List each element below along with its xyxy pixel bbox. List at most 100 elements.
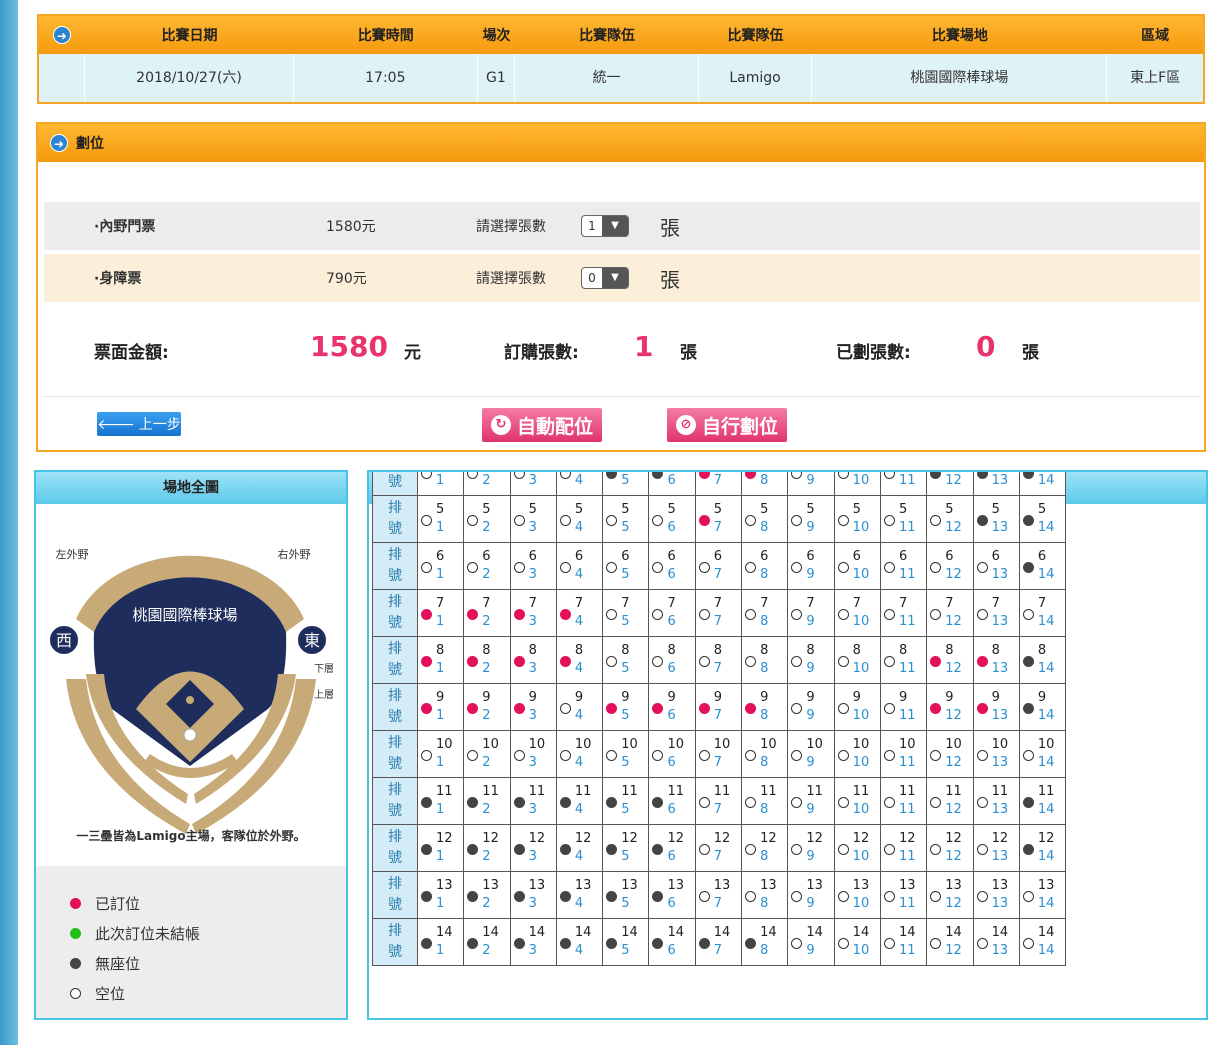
seat-cell[interactable]: 410 [833, 472, 881, 496]
seat-cell[interactable]: 11 10 [833, 777, 881, 825]
seat-cell[interactable]: 14 13 [972, 918, 1020, 966]
seat-cell[interactable]: 66 [648, 542, 696, 590]
seat-cell[interactable]: 53 [509, 495, 557, 543]
seat-cell[interactable]: 64 [555, 542, 604, 590]
seat-cell[interactable]: 77 [694, 589, 743, 637]
seat-cell[interactable]: 5 11 [879, 495, 928, 543]
seat-cell[interactable]: 14 12 [926, 918, 974, 966]
seat-cell[interactable]: 12 11 [879, 824, 928, 872]
seat-cell[interactable]: 94 [555, 683, 604, 731]
seat-cell[interactable]: 11 11 [879, 777, 928, 825]
seat-cell[interactable]: 7 14 [1018, 589, 1067, 637]
seat-cell[interactable]: 67 [694, 542, 743, 590]
back-button[interactable]: 🡐 上一步 [97, 412, 181, 436]
seat-cell[interactable]: 10 9 [787, 730, 835, 778]
seat-cell[interactable]: 87 [694, 636, 743, 684]
seat-cell[interactable]: 12 9 [787, 824, 835, 872]
seat-cell[interactable]: 9 10 [833, 683, 881, 731]
seat-cell: 93 [509, 683, 557, 731]
seat-cell[interactable]: 10 6 [648, 730, 696, 778]
seat-cell[interactable]: 11 7 [694, 777, 743, 825]
seat-cell[interactable]: 85 [602, 636, 650, 684]
seat-cell[interactable]: 79 [787, 589, 835, 637]
seat-cell[interactable]: 10 5 [602, 730, 650, 778]
seat-cell[interactable]: 11 9 [787, 777, 835, 825]
seat-cell[interactable]: 75 [602, 589, 650, 637]
seat-cell[interactable]: 7 11 [879, 589, 928, 637]
seat-cell[interactable]: 42 [463, 472, 511, 496]
seat-cell[interactable]: 13 12 [926, 871, 974, 919]
seat-cell[interactable]: 10 3 [509, 730, 557, 778]
seat-cell[interactable]: 69 [787, 542, 835, 590]
seat-cell[interactable]: 88 [741, 636, 789, 684]
seat-cell[interactable]: 49 [787, 472, 835, 496]
seat-cell[interactable]: 52 [463, 495, 511, 543]
seat-cell[interactable]: 13 14 [1018, 871, 1067, 919]
seat-cell[interactable]: 78 [741, 589, 789, 637]
seat-cell[interactable]: 5 12 [926, 495, 974, 543]
seat-cell[interactable]: 10 13 [972, 730, 1020, 778]
seat-cell[interactable]: 14 9 [787, 918, 835, 966]
seat-cell[interactable]: 13 10 [833, 871, 881, 919]
seat-cell[interactable]: 6 13 [972, 542, 1020, 590]
seat-cell[interactable]: 8 10 [833, 636, 881, 684]
seat-cell[interactable]: 99 [787, 683, 835, 731]
seat-cell[interactable]: 11 13 [972, 777, 1020, 825]
seat-cell[interactable]: 10 8 [741, 730, 789, 778]
seat-cell[interactable]: 6 10 [833, 542, 881, 590]
seat-cell[interactable]: 51 [416, 495, 465, 543]
seat-cell[interactable]: 10 14 [1018, 730, 1067, 778]
self-assign-button[interactable]: ⊘ 自行劃位 [667, 408, 787, 442]
seat-cell[interactable]: 13 11 [879, 871, 928, 919]
seat-cell[interactable]: 61 [416, 542, 465, 590]
ticket-count-select[interactable]: 1 ▼ [581, 215, 629, 237]
seat-cell[interactable]: 89 [787, 636, 835, 684]
seat-cell[interactable]: 44 [555, 472, 604, 496]
seat-cell[interactable]: 68 [741, 542, 789, 590]
seat-cell[interactable]: 7 10 [833, 589, 881, 637]
ticket-count-select[interactable]: 0 ▼ [581, 267, 629, 289]
seat-cell[interactable]: 43 [509, 472, 557, 496]
seat-cell[interactable]: 7 12 [926, 589, 974, 637]
seat-cell[interactable]: 10 2 [463, 730, 511, 778]
seat-cell[interactable]: 55 [602, 495, 650, 543]
seat-cell[interactable]: 56 [648, 495, 696, 543]
seat-cell[interactable]: 10 7 [694, 730, 743, 778]
seat-cell[interactable]: 11 8 [741, 777, 789, 825]
seat-cell[interactable]: 13 7 [694, 871, 743, 919]
seat-cell[interactable]: 12 8 [741, 824, 789, 872]
seat-cell[interactable]: 12 12 [926, 824, 974, 872]
seat-cell[interactable]: 411 [879, 472, 928, 496]
seat-cell[interactable]: 13 8 [741, 871, 789, 919]
seat-cell[interactable]: 41 [416, 472, 465, 496]
seat-cell[interactable]: 14 14 [1018, 918, 1067, 966]
seat-cell[interactable]: 12 13 [972, 824, 1020, 872]
seat-cell[interactable]: 9 11 [879, 683, 928, 731]
seat-cell[interactable]: 65 [602, 542, 650, 590]
seat-cell[interactable]: 12 10 [833, 824, 881, 872]
seat-cell[interactable]: 10 11 [879, 730, 928, 778]
seat-cell[interactable]: 62 [463, 542, 511, 590]
seat-cell[interactable]: 11 12 [926, 777, 974, 825]
seat-cell[interactable]: 63 [509, 542, 557, 590]
seat-cell[interactable]: 10 4 [555, 730, 604, 778]
seat-cell[interactable]: 54 [555, 495, 604, 543]
seat-cell[interactable]: 6 11 [879, 542, 928, 590]
auto-assign-button[interactable]: ↻ 自動配位 [482, 408, 602, 442]
seat-cell[interactable]: 14 10 [833, 918, 881, 966]
seat-cell[interactable]: 7 13 [972, 589, 1020, 637]
seat-cell[interactable]: 13 9 [787, 871, 835, 919]
seat-cell[interactable]: 58 [741, 495, 789, 543]
seat-cell[interactable]: 14 11 [879, 918, 928, 966]
seat-cell[interactable]: 59 [787, 495, 835, 543]
seat-cell[interactable]: 13 13 [972, 871, 1020, 919]
seat-cell[interactable]: 10 12 [926, 730, 974, 778]
seat-cell[interactable]: 12 7 [694, 824, 743, 872]
seat-cell[interactable]: 76 [648, 589, 696, 637]
seat-cell[interactable]: 10 1 [416, 730, 465, 778]
seat-cell[interactable]: 86 [648, 636, 696, 684]
seat-cell[interactable]: 10 10 [833, 730, 881, 778]
seat-cell[interactable]: 8 11 [879, 636, 928, 684]
seat-cell[interactable]: 5 10 [833, 495, 881, 543]
seat-cell[interactable]: 6 12 [926, 542, 974, 590]
